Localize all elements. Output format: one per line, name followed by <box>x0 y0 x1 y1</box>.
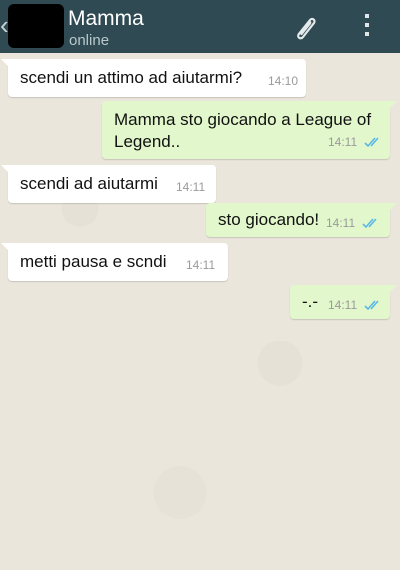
message-bubble-outgoing[interactable]: sto giocando! 14:11 <box>206 203 397 237</box>
read-ticks-icon <box>364 300 379 311</box>
bubble-tail <box>1 243 10 252</box>
message-time: 14:11 <box>186 258 216 272</box>
message-bubble-outgoing[interactable]: Mamma sto giocando a League of Legend.. … <box>102 101 397 159</box>
bubble-tail <box>1 165 10 174</box>
message-time: 14:11 <box>176 180 206 194</box>
message-bubble-incoming[interactable]: scendi ad aiutarmi 14:11 <box>1 165 216 203</box>
contact-name[interactable]: Mamma <box>68 7 144 31</box>
message-text: sto giocando! <box>218 210 320 229</box>
bubble-tail <box>388 203 397 212</box>
avatar[interactable] <box>8 4 64 48</box>
message-time: 14:11 <box>328 298 358 312</box>
contact-status: online <box>69 32 110 49</box>
chat-header: ‹ Mamma online <box>0 0 400 53</box>
bubble-tail <box>388 285 397 294</box>
message-text: -.- <box>302 292 319 311</box>
message-time: 14:11 <box>326 216 356 230</box>
message-time: 14:11 <box>328 135 358 149</box>
message-bubble-incoming[interactable]: scendi un attimo ad aiutarmi? 14:10 <box>1 59 306 97</box>
bubble-tail <box>388 101 397 110</box>
bubble-tail <box>1 59 10 68</box>
message-bubble-incoming[interactable]: metti pausa e scndi 14:11 <box>1 243 228 281</box>
conversation-area[interactable]: scendi un attimo ad aiutarmi? 14:10 Mamm… <box>0 53 400 570</box>
overflow-menu-icon[interactable] <box>362 14 372 40</box>
read-ticks-icon <box>364 137 379 148</box>
message-bubble-outgoing[interactable]: -.- 14:11 <box>290 285 397 319</box>
message-time: 14:10 <box>268 74 299 88</box>
message-text: scendi un attimo ad aiutarmi? <box>20 68 243 87</box>
message-text: metti pausa e scndi <box>20 252 167 271</box>
read-ticks-icon <box>362 218 377 229</box>
message-text: scendi ad aiutarmi <box>20 174 158 193</box>
paperclip-icon[interactable] <box>290 12 320 42</box>
